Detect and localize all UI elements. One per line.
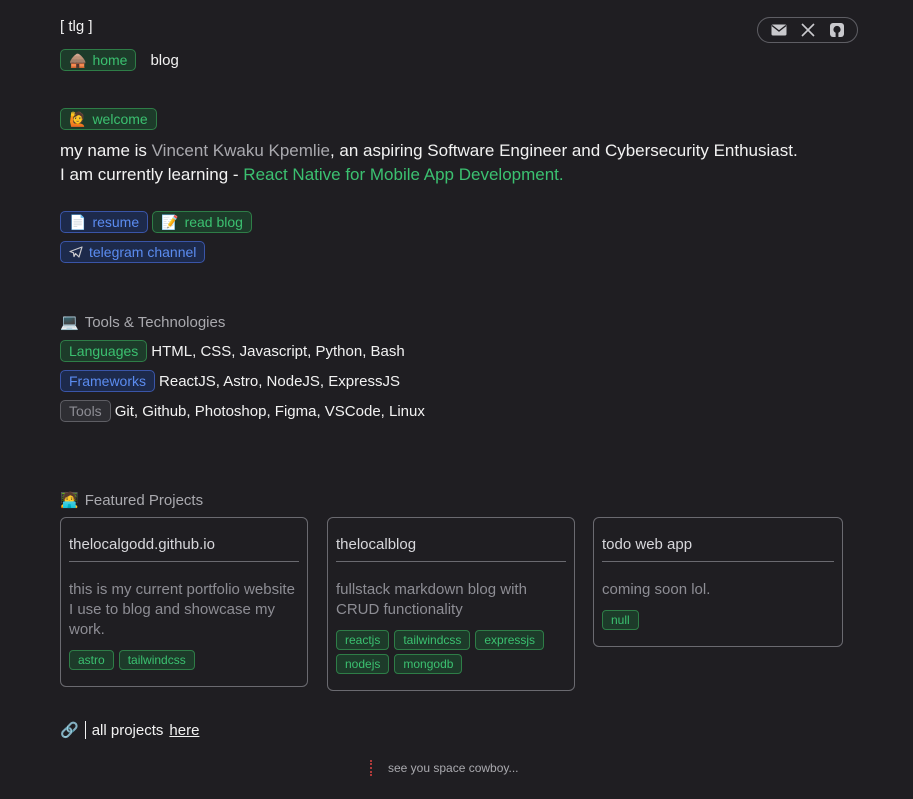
waving-person-icon: 🙋 xyxy=(69,110,87,127)
project-description: coming soon lol. xyxy=(602,581,711,598)
memo-icon: 📝 xyxy=(161,213,179,230)
tools-badge: Tools xyxy=(60,400,111,422)
x-icon[interactable] xyxy=(798,20,818,40)
project-tag: mongodb xyxy=(394,654,463,674)
read-blog-label: read blog xyxy=(184,214,243,230)
project-title: thelocalgodd.github.io xyxy=(69,536,299,562)
projects-heading: 🧑‍💻 Featured Projects xyxy=(60,491,204,510)
projects-title: Featured Projects xyxy=(84,491,204,509)
nav-blog[interactable]: blog xyxy=(146,52,178,69)
languages-list: HTML, CSS, Javascript, Python, Bash xyxy=(151,342,405,360)
technologist-icon: 🧑‍💻 xyxy=(60,492,79,509)
project-card[interactable]: thelocalblog fullstack markdown blog wit… xyxy=(327,517,575,691)
main-nav: 🛖 home blog xyxy=(60,49,179,71)
author-name: Vincent Kwaku Kpemlie xyxy=(151,141,330,160)
project-card[interactable]: thelocalgodd.github.io this is my curren… xyxy=(60,517,308,687)
footer: see you space cowboy... xyxy=(370,760,519,776)
hut-icon: 🛖 xyxy=(69,51,87,68)
intro-line-2: I am currently learning - React Native f… xyxy=(60,165,564,184)
project-tag: reactjs xyxy=(336,630,390,650)
languages-badge: Languages xyxy=(60,340,148,362)
nav-home-label: home xyxy=(92,52,128,68)
project-tags: null xyxy=(602,610,834,630)
social-links xyxy=(757,17,858,43)
link-icon: 🔗 xyxy=(60,722,79,739)
project-card[interactable]: todo web app coming soon lol. null xyxy=(593,517,843,647)
github-icon[interactable] xyxy=(827,20,847,40)
tools-title: Tools & Technologies xyxy=(84,313,226,331)
telegram-label: telegram channel xyxy=(89,244,197,260)
resume-link[interactable]: 📄 resume xyxy=(60,211,149,233)
tools-row-languages: Languages HTML, CSS, Javascript, Python,… xyxy=(60,340,405,362)
project-title: todo web app xyxy=(602,536,834,562)
project-tag: nodejs xyxy=(336,654,390,674)
dotted-divider xyxy=(370,760,374,776)
intro-line-1: my name is Vincent Kwaku Kpemlie, an asp… xyxy=(60,141,798,160)
telegram-link[interactable]: telegram channel xyxy=(60,241,206,263)
all-projects-link[interactable]: here xyxy=(169,722,199,739)
project-tags: astro tailwindcss xyxy=(69,650,299,670)
read-blog-link[interactable]: 📝 read blog xyxy=(152,211,252,233)
site-brand[interactable]: [ tlg ] xyxy=(60,18,93,35)
footer-text: see you space cowboy... xyxy=(388,761,519,775)
project-tag: expressjs xyxy=(475,630,545,650)
tools-heading: 💻 Tools & Technologies xyxy=(60,313,226,332)
all-projects-text: all projects xyxy=(91,721,164,739)
all-projects-row: 🔗 all projects here xyxy=(60,721,199,739)
quick-links: 📄 resume 📝 read blog telegram channel xyxy=(60,211,360,271)
laptop-icon: 💻 xyxy=(60,314,79,331)
nav-home[interactable]: 🛖 home xyxy=(60,49,137,71)
resume-label: resume xyxy=(92,214,140,230)
welcome-badge: 🙋 welcome xyxy=(60,108,157,130)
welcome-label: welcome xyxy=(92,111,148,127)
document-icon: 📄 xyxy=(69,213,87,230)
tools-list: Git, Github, Photoshop, Figma, VSCode, L… xyxy=(114,402,425,420)
project-title: thelocalblog xyxy=(336,536,566,562)
project-tag: astro xyxy=(69,650,114,670)
mail-icon[interactable] xyxy=(769,20,789,40)
frameworks-badge: Frameworks xyxy=(60,370,156,392)
project-description: this is my current portfolio website I u… xyxy=(69,581,295,638)
project-tag: null xyxy=(602,610,639,630)
tools-row-tools: Tools Git, Github, Photoshop, Figma, VSC… xyxy=(60,400,425,422)
project-description: fullstack markdown blog with CRUD functi… xyxy=(336,581,527,618)
project-tag: tailwindcss xyxy=(118,650,195,670)
project-tags: reactjs tailwindcss expressjs nodejs mon… xyxy=(336,630,566,674)
divider xyxy=(84,721,86,739)
frameworks-list: ReactJS, Astro, NodeJS, ExpressJS xyxy=(159,372,400,390)
project-tag: tailwindcss xyxy=(394,630,471,650)
intro-text: my name is Vincent Kwaku Kpemlie, an asp… xyxy=(60,139,860,187)
tools-row-frameworks: Frameworks ReactJS, Astro, NodeJS, Expre… xyxy=(60,370,400,392)
send-icon xyxy=(69,246,83,258)
learning-topic: React Native for Mobile App Development. xyxy=(243,165,564,184)
